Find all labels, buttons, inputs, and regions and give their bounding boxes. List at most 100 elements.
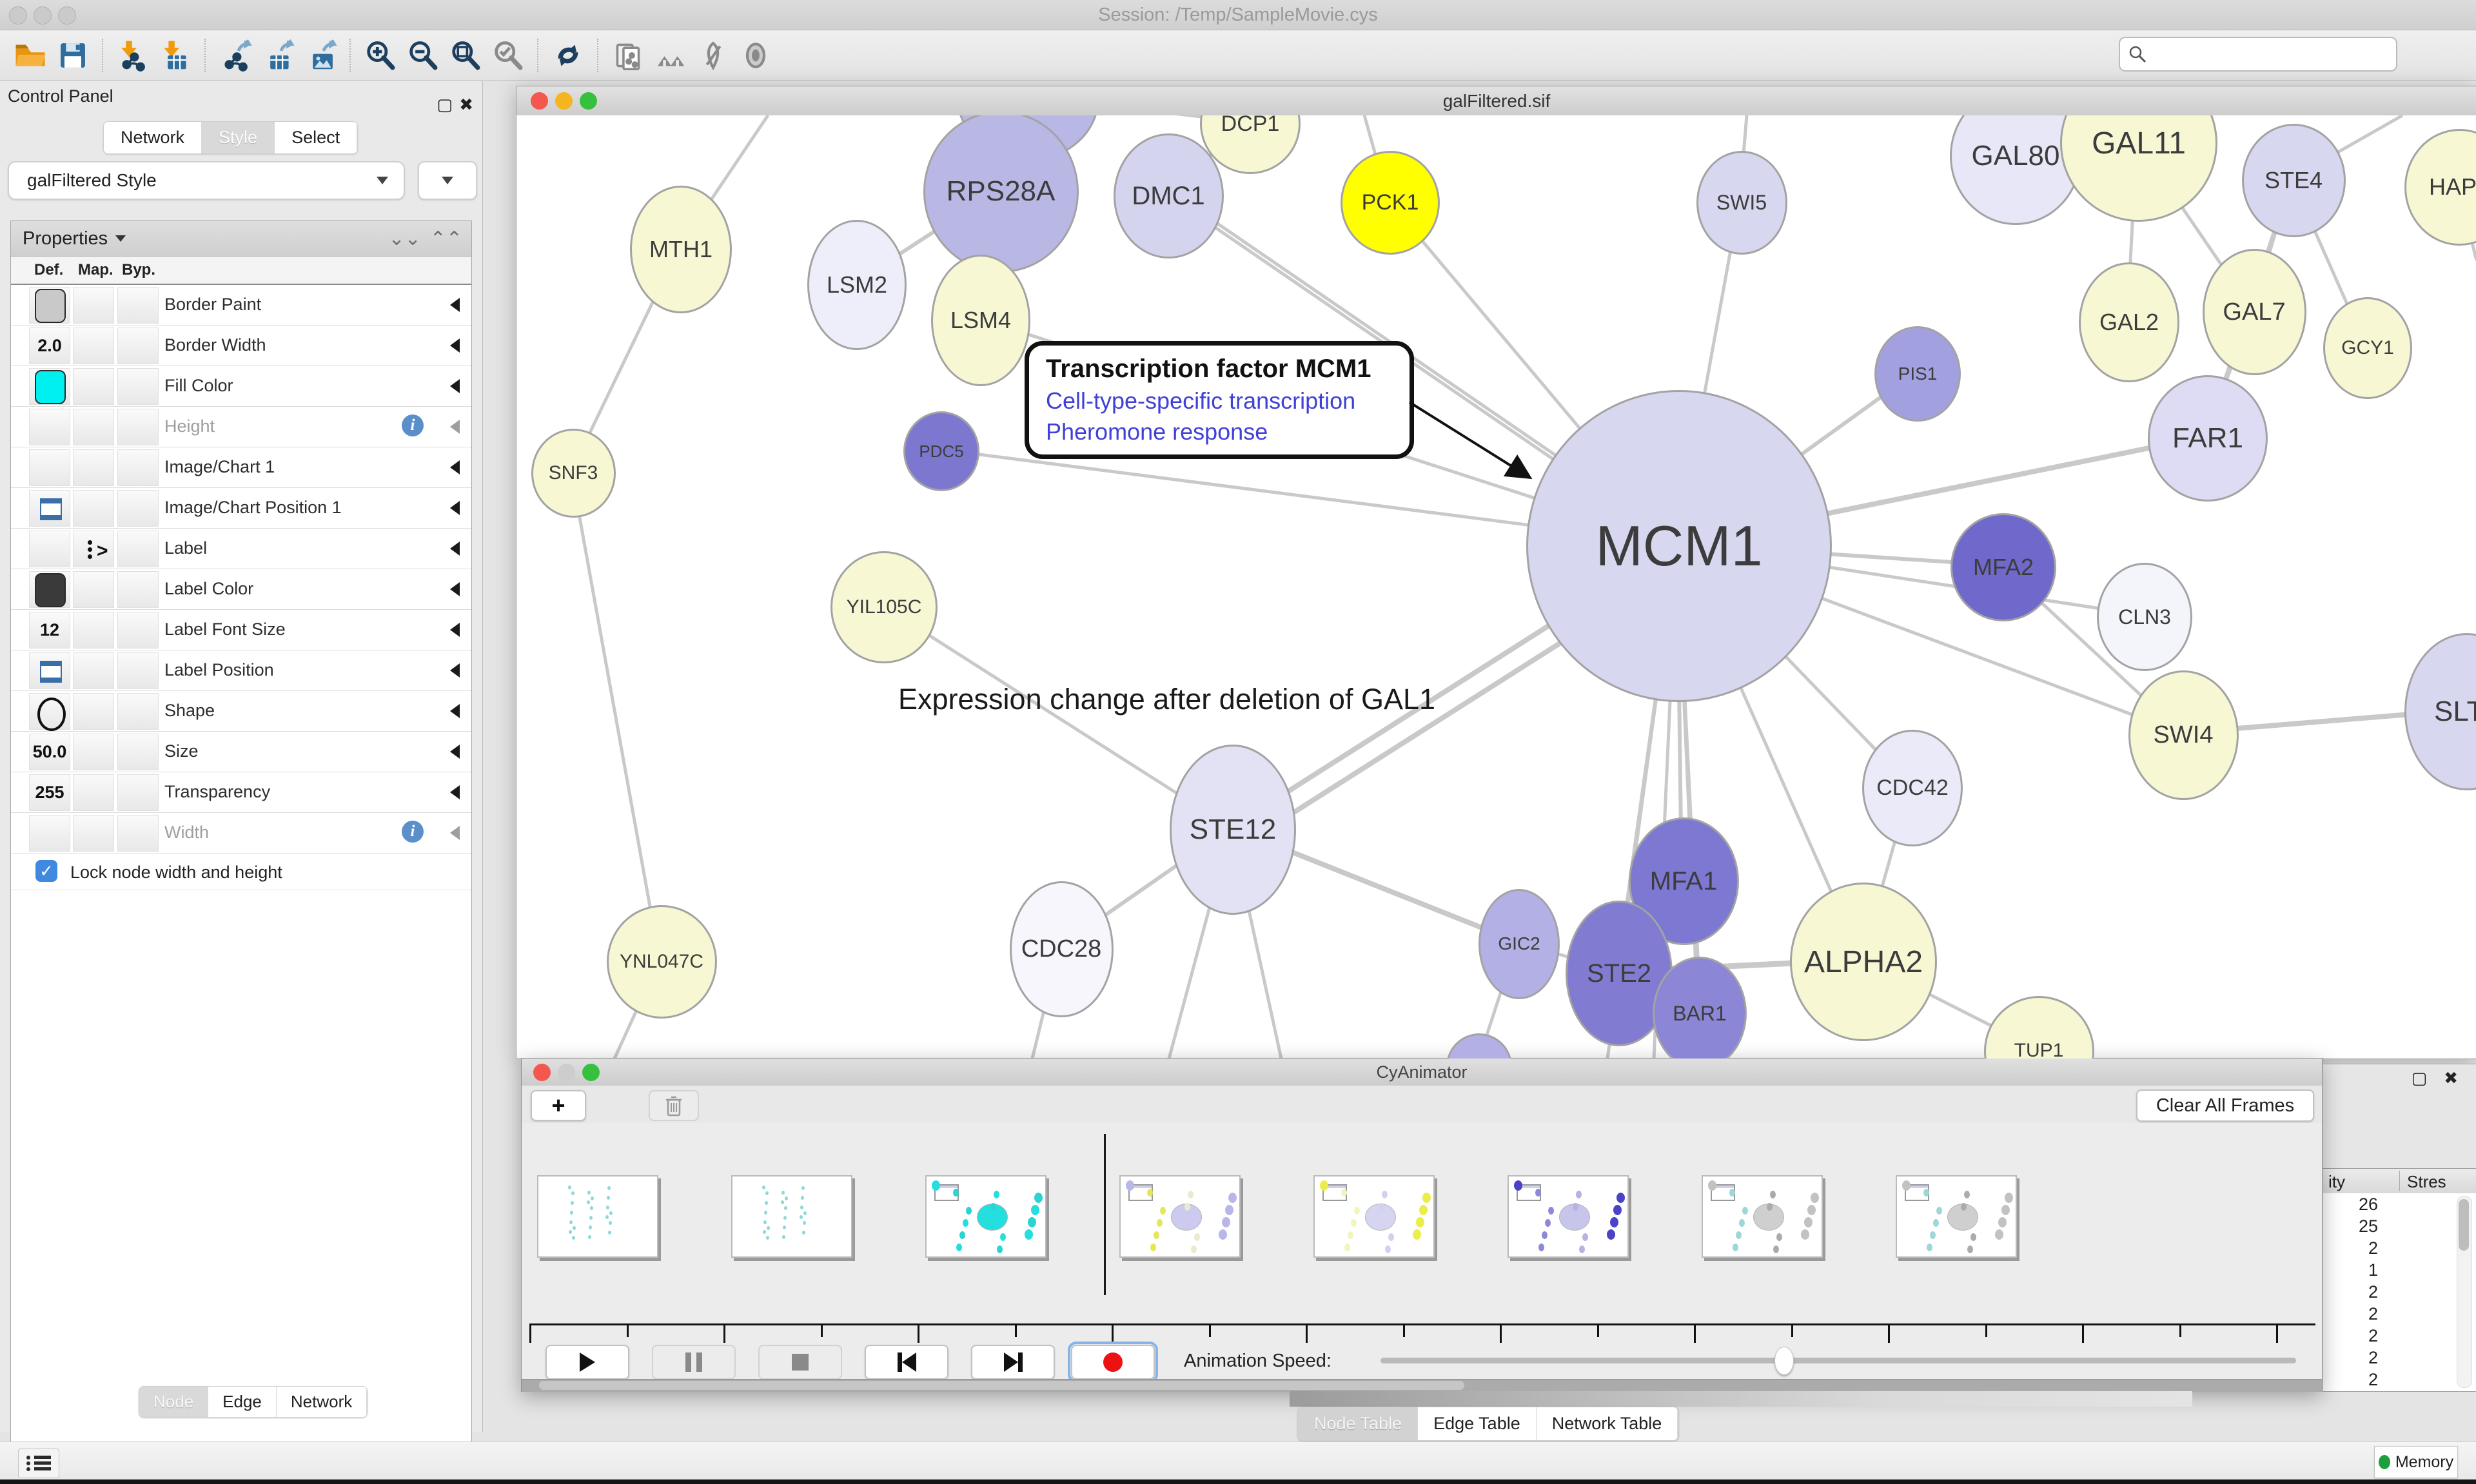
- expand-arrow-icon[interactable]: [450, 745, 460, 759]
- refresh-view-button[interactable]: [547, 35, 589, 75]
- table-row[interactable]: 2: [2323, 1303, 2476, 1325]
- property-def-cell[interactable]: [29, 531, 70, 567]
- network-node-pck1[interactable]: PCK1: [1341, 151, 1440, 255]
- network-node-ste4[interactable]: STE4: [2242, 124, 2346, 237]
- property-byp-cell[interactable]: [117, 531, 159, 567]
- property-map-cell[interactable]: [73, 449, 114, 486]
- search-window-button[interactable]: [649, 35, 692, 75]
- hide-graphics-details-button[interactable]: [692, 35, 734, 75]
- export-image-button[interactable]: [299, 35, 342, 75]
- column-connectivity[interactable]: ity: [2328, 1172, 2345, 1192]
- search-input[interactable]: [2152, 44, 2396, 65]
- memory-button[interactable]: Memory: [2374, 1446, 2458, 1478]
- table-row[interactable]: 2: [2323, 1281, 2476, 1303]
- zoom-out-button[interactable]: [402, 35, 444, 75]
- table-row[interactable]: 25: [2323, 1215, 2476, 1237]
- property-map-cell[interactable]: [73, 490, 114, 527]
- style-options-button[interactable]: [418, 161, 477, 200]
- close-panel-icon[interactable]: ✖: [459, 98, 473, 111]
- network-node-ynl047c[interactable]: YNL047C: [607, 905, 717, 1019]
- zoom-in-button[interactable]: [359, 35, 402, 75]
- property-byp-cell[interactable]: [117, 368, 159, 405]
- property-row-image-chart-position-1[interactable]: Image/Chart Position 1: [11, 488, 471, 529]
- tab-node[interactable]: Node: [139, 1387, 208, 1417]
- open-session-button[interactable]: [9, 35, 52, 75]
- close-panel-icon[interactable]: ✖: [2444, 1068, 2458, 1088]
- show-graphics-details-button[interactable]: [734, 35, 777, 75]
- tab-select[interactable]: Select: [275, 122, 357, 153]
- property-row-label-color[interactable]: Label Color: [11, 569, 471, 610]
- tab-network-table[interactable]: Network Table: [1537, 1407, 1678, 1440]
- play-button[interactable]: [545, 1345, 629, 1380]
- frame-thumbnail-5[interactable]: [1508, 1175, 1629, 1258]
- annotation-link[interactable]: Pheromone response: [1046, 418, 1393, 445]
- expand-arrow-icon[interactable]: [450, 460, 460, 474]
- property-row-fill-color[interactable]: Fill Color: [11, 366, 471, 407]
- frame-thumbnail-1[interactable]: [731, 1175, 852, 1258]
- property-map-cell[interactable]: [73, 368, 114, 405]
- tab-network[interactable]: Network: [277, 1387, 367, 1417]
- property-row-image-chart-1[interactable]: Image/Chart 1: [11, 447, 471, 488]
- property-map-cell[interactable]: [73, 571, 114, 608]
- skip-to-end-button[interactable]: [971, 1345, 1055, 1380]
- network-node-mcm1[interactable]: MCM1: [1526, 390, 1832, 702]
- zoom-selected-button[interactable]: [487, 35, 529, 75]
- property-row-shape[interactable]: Shape: [11, 691, 471, 732]
- network-node-lsm4[interactable]: LSM4: [931, 255, 1030, 386]
- property-def-cell[interactable]: 2.0: [29, 327, 70, 364]
- network-node-swi4[interactable]: SWI4: [2128, 670, 2239, 800]
- property-row-width[interactable]: Widthi: [11, 813, 471, 854]
- import-network-button[interactable]: [112, 35, 154, 75]
- network-node-yil105c[interactable]: YIL105C: [830, 551, 938, 663]
- property-byp-cell[interactable]: [117, 652, 159, 689]
- frame-thumbnail-7[interactable]: [1896, 1175, 2017, 1258]
- property-byp-cell[interactable]: [117, 571, 159, 608]
- pause-button[interactable]: [652, 1345, 736, 1380]
- save-session-button[interactable]: [52, 35, 94, 75]
- frame-thumbnail-2[interactable]: [925, 1175, 1046, 1258]
- network-node-gal2[interactable]: GAL2: [2079, 262, 2179, 382]
- network-node-ste12[interactable]: STE12: [1170, 745, 1296, 915]
- cyanimator-titlebar[interactable]: CyAnimator: [522, 1059, 2322, 1086]
- table-row[interactable]: 2: [2323, 1237, 2476, 1259]
- animation-speed-slider[interactable]: [1380, 1358, 2296, 1363]
- table-row[interactable]: 2: [2323, 1347, 2476, 1369]
- property-def-cell[interactable]: [29, 409, 70, 445]
- property-def-cell[interactable]: [29, 652, 70, 689]
- expand-all-icon[interactable]: ⌄⌄: [388, 228, 420, 250]
- stop-button[interactable]: [758, 1345, 842, 1380]
- add-frame-button[interactable]: +: [531, 1090, 586, 1121]
- property-byp-cell[interactable]: [117, 409, 159, 445]
- property-row-transparency[interactable]: 255Transparency: [11, 772, 471, 813]
- annotation-box[interactable]: Transcription factor MCM1 Cell-type-spec…: [1025, 341, 1414, 459]
- expand-arrow-icon[interactable]: [450, 379, 460, 393]
- property-def-cell[interactable]: 255: [29, 774, 70, 811]
- frame-thumbnail-0[interactable]: [537, 1175, 658, 1258]
- frame-timeline[interactable]: Seconds 0123456789: [522, 1123, 2322, 1343]
- canvas-caption[interactable]: Expression change after deletion of GAL1: [898, 683, 1435, 716]
- property-def-cell[interactable]: [29, 815, 70, 852]
- property-byp-cell[interactable]: [117, 327, 159, 364]
- property-byp-cell[interactable]: [117, 612, 159, 649]
- tab-edge[interactable]: Edge: [208, 1387, 277, 1417]
- expand-arrow-icon[interactable]: [450, 623, 460, 637]
- search-field[interactable]: [2119, 37, 2397, 72]
- table-row[interactable]: 26: [2323, 1193, 2476, 1215]
- zoom-fit-button[interactable]: [444, 35, 487, 75]
- info-icon[interactable]: i: [402, 415, 424, 436]
- import-table-button[interactable]: [154, 35, 197, 75]
- property-row-border-paint[interactable]: Border Paint: [11, 285, 471, 326]
- annotation-link[interactable]: Cell-type-specific transcription: [1046, 387, 1393, 415]
- lock-size-checkbox[interactable]: ✓: [35, 860, 57, 882]
- property-def-cell[interactable]: [29, 368, 70, 405]
- export-network-button[interactable]: [214, 35, 257, 75]
- network-node-dmc1[interactable]: DMC1: [1114, 133, 1224, 259]
- clone-network-button[interactable]: [607, 35, 649, 75]
- tab-style[interactable]: Style: [202, 122, 275, 153]
- property-map-cell[interactable]: [73, 734, 114, 770]
- tab-node-table[interactable]: Node Table: [1299, 1407, 1418, 1440]
- expand-arrow-icon[interactable]: [450, 501, 460, 515]
- property-def-cell[interactable]: [29, 287, 70, 324]
- tab-edge-table[interactable]: Edge Table: [1418, 1407, 1537, 1440]
- property-row-label-font-size[interactable]: 12Label Font Size: [11, 610, 471, 650]
